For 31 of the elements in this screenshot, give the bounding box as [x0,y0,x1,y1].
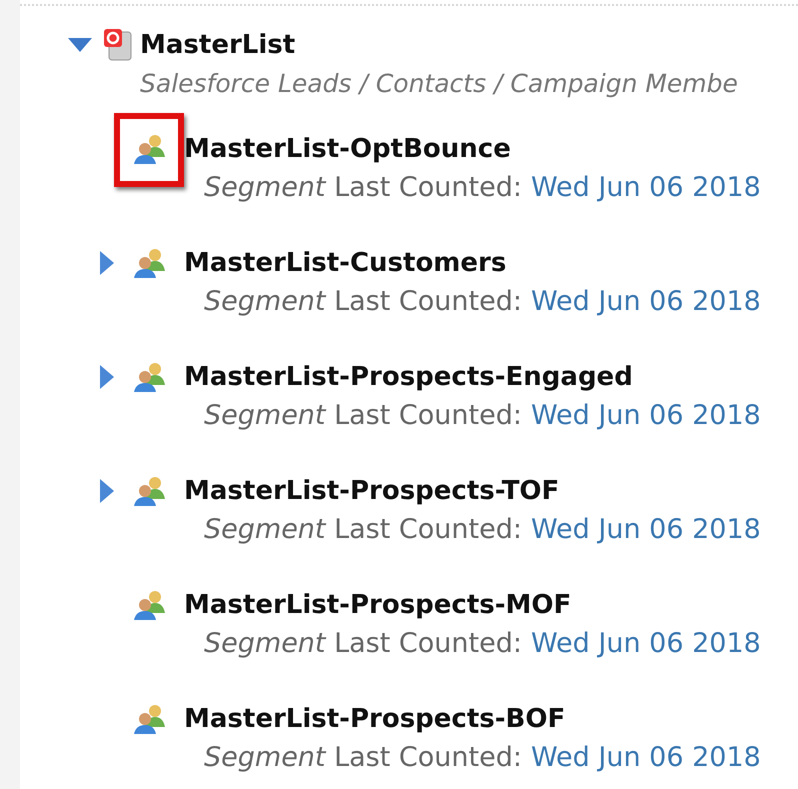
document-icon [103,28,133,62]
date-link[interactable]: Wed Jun 06 2018 [530,741,761,775]
date-link[interactable]: Wed Jun 06 2018 [530,285,761,319]
list-description: Salesforce Leads / Contacts / Campaign Membe [140,68,738,100]
segment-meta-text: Segment Last Counted: [204,741,522,775]
tree-item-label[interactable]: MasterList-Prospects-Engaged [184,360,633,394]
expand-arrow-icon[interactable] [100,365,114,389]
user-group-icon [133,133,167,165]
tree-item-label[interactable]: MasterList-OptBounce [184,132,511,166]
expand-arrow-icon[interactable] [100,479,114,503]
user-group-icon [133,703,167,735]
date-link[interactable]: Wed Jun 06 2018 [530,171,761,205]
tree-item-label[interactable]: MasterList-Prospects-BOF [184,702,566,736]
segment-meta-text: Segment Last Counted: [204,627,522,661]
tree-item-label[interactable]: MasterList-Prospects-TOF [184,474,560,508]
segment-meta-text: Segment Last Counted: [204,171,522,205]
tree-item-label[interactable]: MasterList-Prospects-MOF [184,588,572,622]
segment-meta-text: Segment Last Counted: [204,513,522,547]
date-link[interactable]: Wed Jun 06 2018 [530,399,761,433]
segment-meta-text: Segment Last Counted: [204,399,522,433]
user-group-icon [133,361,167,393]
segment-meta-text: Segment Last Counted: [204,285,522,319]
user-group-icon [133,589,167,621]
date-link[interactable]: Wed Jun 06 2018 [530,513,761,547]
collapse-arrow-icon[interactable] [68,38,92,52]
tree-item-label[interactable]: MasterList [140,28,296,62]
user-group-icon [133,247,167,279]
date-link[interactable]: Wed Jun 06 2018 [530,627,761,661]
expand-arrow-icon[interactable] [100,251,114,275]
user-group-icon [133,475,167,507]
tree-item-label[interactable]: MasterList-Customers [184,246,506,280]
